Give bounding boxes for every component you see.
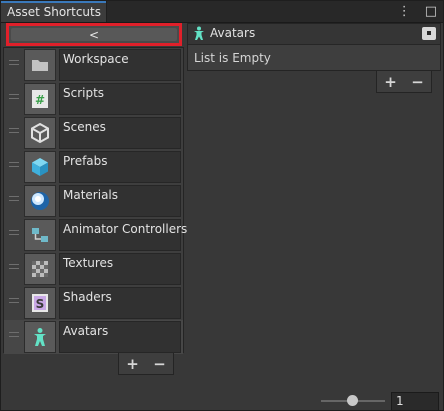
zoom-slider-handle[interactable]: [347, 395, 358, 406]
list-item[interactable]: Textures: [4, 252, 183, 286]
left-list-controls: + −: [118, 353, 174, 375]
asset-shortcuts-window: Asset Shortcuts ⋮ □ < Workspace # Script…: [0, 0, 444, 411]
list-item-label: Animator Controllers: [59, 219, 187, 251]
list-item-label: Scripts: [59, 83, 181, 115]
list-item-label: Prefabs: [59, 151, 181, 183]
drag-handle-icon[interactable]: [9, 162, 19, 168]
remove-button[interactable]: −: [153, 355, 166, 373]
panel-header: Avatars: [188, 24, 440, 45]
list-item[interactable]: Scenes: [4, 116, 183, 150]
avatar-figure-icon: [24, 321, 56, 353]
folder-icon: [24, 49, 56, 81]
list-item-label: Materials: [59, 185, 181, 217]
csharp-script-icon: #: [24, 83, 56, 115]
list-item-label: Shaders: [59, 287, 181, 319]
material-sphere-icon: [24, 185, 56, 217]
right-list-controls: + −: [376, 71, 432, 93]
drag-handle-icon[interactable]: [9, 230, 19, 236]
list-item[interactable]: Avatars: [4, 320, 183, 354]
back-button[interactable]: <: [11, 28, 177, 42]
lock-icon[interactable]: [422, 27, 436, 40]
remove-button[interactable]: −: [411, 73, 424, 91]
drag-handle-icon[interactable]: [9, 94, 19, 100]
add-button[interactable]: +: [126, 355, 139, 373]
drag-handle-icon[interactable]: [9, 196, 19, 202]
window-tab[interactable]: Asset Shortcuts: [1, 1, 107, 22]
add-button[interactable]: +: [384, 73, 397, 91]
shader-icon: S: [24, 287, 56, 319]
animator-controller-icon: [24, 219, 56, 251]
drag-handle-icon[interactable]: [9, 128, 19, 134]
empty-list-text: List is Empty: [194, 51, 271, 65]
selected-group-panel: Avatars List is Empty: [187, 23, 441, 71]
back-button-highlight: <: [6, 23, 182, 46]
unity-scene-icon: [24, 117, 56, 149]
list-item[interactable]: Prefabs: [4, 150, 183, 184]
texture-icon: [24, 253, 56, 285]
title-bar: Asset Shortcuts ⋮ □: [1, 1, 443, 23]
shortcut-list: Workspace # Scripts Scenes Prefabs Mater…: [3, 47, 187, 354]
list-item[interactable]: Materials: [4, 184, 183, 218]
avatar-figure-icon: [192, 26, 206, 44]
list-item[interactable]: Animator Controllers: [4, 218, 187, 252]
title-icons: ⋮ □: [398, 1, 437, 22]
list-item[interactable]: Workspace: [4, 48, 183, 82]
maximize-icon[interactable]: □: [425, 1, 437, 22]
drag-handle-icon[interactable]: [9, 60, 19, 66]
zoom-value-field[interactable]: 1: [391, 392, 439, 411]
drag-handle-icon[interactable]: [9, 264, 19, 270]
list-item[interactable]: # Scripts: [4, 82, 183, 116]
list-item-label: Scenes: [59, 117, 181, 149]
kebab-icon[interactable]: ⋮: [398, 1, 411, 22]
drag-handle-icon[interactable]: [9, 332, 19, 338]
list-item-label: Workspace: [59, 49, 181, 81]
list-item-label: Textures: [59, 253, 181, 285]
list-item[interactable]: S Shaders: [4, 286, 183, 320]
svg-text:S: S: [36, 297, 45, 311]
prefab-cube-icon: [24, 151, 56, 183]
panel-title: Avatars: [210, 26, 256, 40]
svg-text:#: #: [35, 93, 45, 107]
list-item-label: Avatars: [59, 321, 181, 353]
drag-handle-icon[interactable]: [9, 298, 19, 304]
